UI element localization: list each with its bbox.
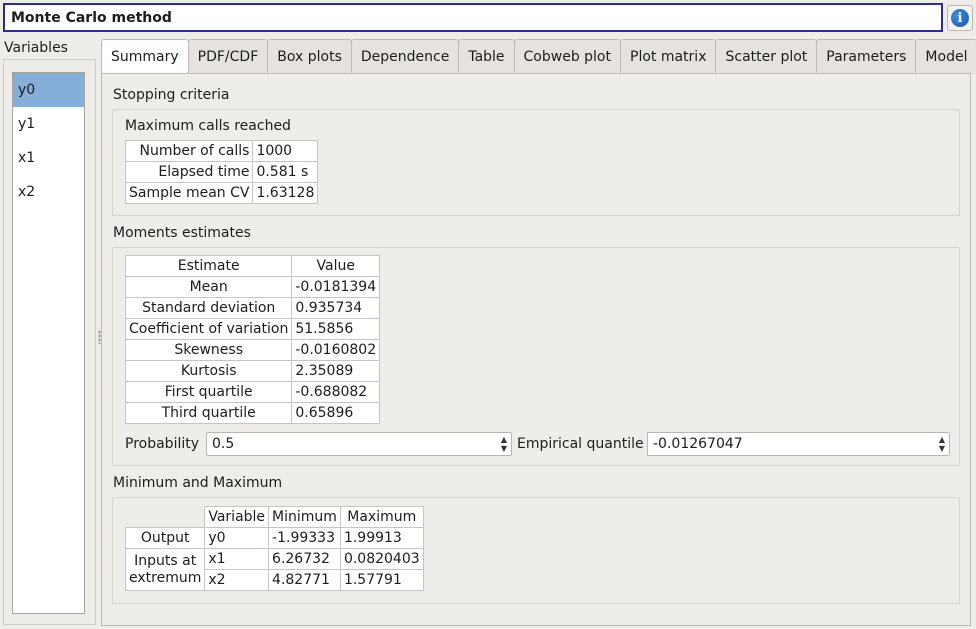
row-value: 0.581 s bbox=[252, 161, 319, 183]
variables-label: Variables bbox=[4, 40, 68, 56]
table-row: First quartile -0.688082 bbox=[124, 381, 381, 403]
row-label: Mean bbox=[124, 276, 293, 298]
tab-bar: Summary PDF/CDF Box plots Dependence Tab… bbox=[101, 39, 976, 75]
row-value: 51.5856 bbox=[291, 318, 381, 340]
tab-summary[interactable]: Summary bbox=[101, 39, 189, 75]
table-row: Third quartile 0.65896 bbox=[124, 402, 381, 424]
row-label: Elapsed time bbox=[124, 161, 254, 183]
row-label: Standard deviation bbox=[124, 297, 293, 319]
spin-arrows-icon[interactable]: ▲ ▼ bbox=[497, 433, 511, 455]
column-header-value: Value bbox=[291, 255, 381, 277]
maximum-cell: 1.57791 bbox=[339, 569, 424, 591]
output-label: Output bbox=[124, 527, 206, 549]
tab-dependence[interactable]: Dependence bbox=[350, 39, 460, 74]
empirical-quantile-label: Empirical quantile bbox=[517, 436, 644, 452]
table-row: Skewness -0.0160802 bbox=[124, 339, 381, 361]
minmax-title: Minimum and Maximum bbox=[113, 475, 283, 491]
variables-list[interactable]: y0 y1 x1 x2 bbox=[12, 72, 85, 614]
tab-pdf-cdf[interactable]: PDF/CDF bbox=[187, 39, 269, 74]
inputs-label-line1: Inputs at bbox=[134, 552, 197, 569]
tab-plot-matrix[interactable]: Plot matrix bbox=[620, 39, 717, 74]
empirical-quantile-spinbox[interactable]: -0.01267047 ▲ ▼ bbox=[647, 432, 950, 456]
row-label: Sample mean CV bbox=[124, 182, 254, 204]
variable-cell: y0 bbox=[204, 527, 270, 549]
inputs-label-line2: extremum bbox=[129, 569, 202, 586]
moments-title: Moments estimates bbox=[113, 225, 251, 241]
probability-label: Probability bbox=[125, 436, 200, 452]
info-icon: i bbox=[951, 9, 969, 27]
tab-cobweb-plot[interactable]: Cobweb plot bbox=[513, 39, 621, 74]
row-label: Number of calls bbox=[124, 140, 254, 162]
row-label: Third quartile bbox=[124, 402, 293, 424]
inputs-at-extremum-label: Inputs at extremum bbox=[124, 548, 206, 591]
moments-table: Estimate Value Mean -0.0181394 Standard … bbox=[124, 255, 381, 424]
maximum-cell: 0.0820403 bbox=[339, 548, 424, 570]
tab-parameters[interactable]: Parameters bbox=[816, 39, 917, 74]
spin-arrows-icon[interactable]: ▲ ▼ bbox=[935, 433, 949, 455]
empirical-quantile-value: -0.01267047 bbox=[653, 436, 743, 452]
variable-item-y1[interactable]: y1 bbox=[13, 107, 84, 141]
row-value: 1000 bbox=[252, 140, 319, 162]
table-row: Kurtosis 2.35089 bbox=[124, 360, 381, 382]
stopping-criteria-table: Number of calls 1000 Elapsed time 0.581 … bbox=[124, 140, 319, 204]
minmax-table: Variable Minimum Maximum Output y0 -1.99… bbox=[124, 506, 424, 591]
table-row: Inputs at extremum x1 6.26732 0.0820403 bbox=[124, 548, 424, 591]
row-value: 0.935734 bbox=[291, 297, 381, 319]
table-row: Elapsed time 0.581 s bbox=[124, 161, 319, 183]
row-value: -0.688082 bbox=[291, 381, 381, 403]
row-value: -0.0181394 bbox=[291, 276, 381, 298]
analysis-title-field[interactable]: Monte Carlo method bbox=[3, 3, 943, 32]
minimum-cell: 6.26732 bbox=[268, 548, 341, 570]
variable-item-x1[interactable]: x1 bbox=[13, 141, 84, 175]
minimum-cell: -1.99333 bbox=[268, 527, 341, 549]
table-row: Number of calls 1000 bbox=[124, 140, 319, 162]
row-label: First quartile bbox=[124, 381, 293, 403]
tab-scatter-plot[interactable]: Scatter plot bbox=[715, 39, 818, 74]
row-value: -0.0160802 bbox=[291, 339, 381, 361]
column-header-variable: Variable bbox=[204, 506, 270, 528]
minimum-cell: 4.82771 bbox=[268, 569, 341, 591]
summary-panel: Stopping criteria Maximum calls reached … bbox=[101, 73, 971, 626]
tab-box-plots[interactable]: Box plots bbox=[267, 39, 352, 74]
row-value: 1.63128 bbox=[252, 182, 319, 204]
table-row: Coefficient of variation 51.5856 bbox=[124, 318, 381, 340]
table-header-row: Estimate Value bbox=[124, 255, 381, 277]
stopping-criteria-subtitle: Maximum calls reached bbox=[125, 118, 291, 134]
variable-cell: x2 bbox=[204, 569, 270, 591]
column-header-minimum: Minimum bbox=[268, 506, 341, 528]
probability-spinbox[interactable]: 0.5 ▲ ▼ bbox=[206, 432, 512, 456]
probability-value: 0.5 bbox=[212, 436, 235, 452]
table-row: Mean -0.0181394 bbox=[124, 276, 381, 298]
info-button[interactable]: i bbox=[947, 5, 973, 31]
variable-item-y0[interactable]: y0 bbox=[13, 73, 84, 107]
column-header-maximum: Maximum bbox=[339, 506, 424, 528]
column-header-estimate: Estimate bbox=[124, 255, 293, 277]
tab-model[interactable]: Model bbox=[915, 39, 976, 74]
variable-cell: x1 bbox=[204, 548, 270, 570]
row-value: 2.35089 bbox=[291, 360, 381, 382]
table-row: Sample mean CV 1.63128 bbox=[124, 182, 319, 204]
stopping-criteria-title: Stopping criteria bbox=[113, 87, 230, 103]
variable-item-x2[interactable]: x2 bbox=[13, 175, 84, 209]
row-label: Kurtosis bbox=[124, 360, 293, 382]
table-header-row: Variable Minimum Maximum bbox=[124, 506, 424, 528]
row-label: Skewness bbox=[124, 339, 293, 361]
maximum-cell: 1.99913 bbox=[339, 527, 424, 549]
tab-table[interactable]: Table bbox=[458, 39, 515, 74]
row-label: Coefficient of variation bbox=[124, 318, 293, 340]
table-row: Output y0 -1.99333 1.99913 bbox=[124, 527, 424, 549]
table-row: Standard deviation 0.935734 bbox=[124, 297, 381, 319]
corner-cell bbox=[124, 506, 206, 528]
row-value: 0.65896 bbox=[291, 402, 381, 424]
